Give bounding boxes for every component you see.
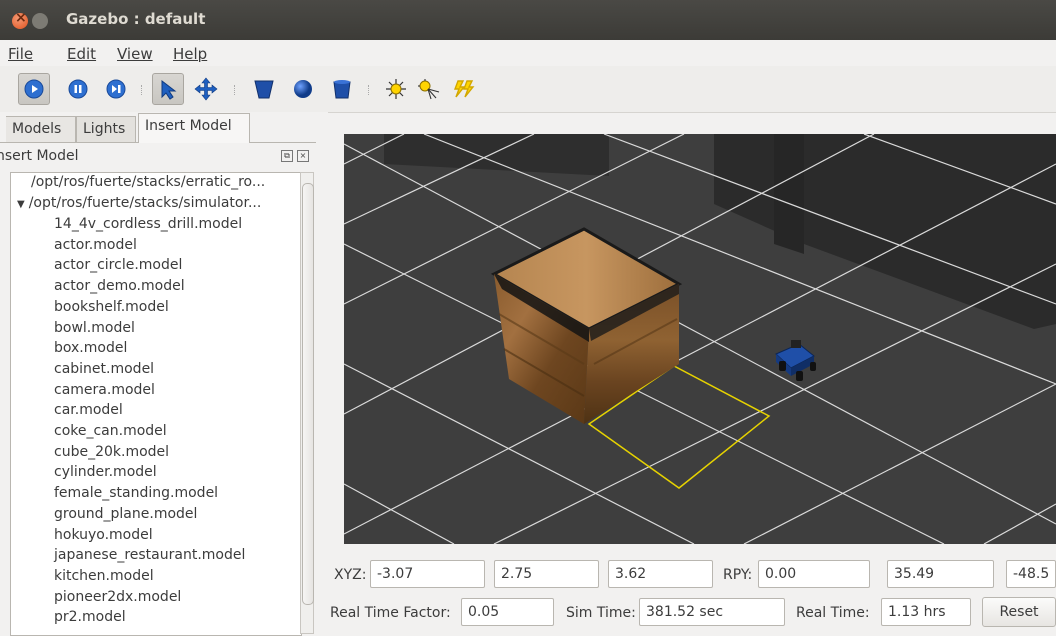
- z-field[interactable]: [608, 560, 713, 588]
- xyz-label: XYZ:: [334, 567, 367, 583]
- menu-view[interactable]: View: [117, 45, 153, 63]
- insert-box-button[interactable]: [248, 73, 280, 105]
- pause-button[interactable]: [62, 73, 94, 105]
- toolbar-separator: [234, 85, 237, 95]
- model-list-item[interactable]: actor_demo.model: [54, 278, 185, 299]
- menu-help[interactable]: Help: [173, 45, 207, 63]
- play-icon: [24, 79, 44, 99]
- model-list-item[interactable]: cylinder.model: [54, 464, 157, 485]
- yaw-field[interactable]: [1006, 560, 1056, 588]
- y-field[interactable]: [494, 560, 599, 588]
- sim-time-field[interactable]: [639, 598, 785, 626]
- model-tree: /opt/ros/fuerte/stacks/erratic_ro... ▼/o…: [10, 172, 302, 636]
- toolbar-separator: [141, 85, 144, 95]
- point-light-icon: [386, 79, 406, 99]
- float-panel-icon[interactable]: ⧉: [281, 150, 293, 162]
- roll-field[interactable]: [758, 560, 870, 588]
- model-list-item[interactable]: car.model: [54, 402, 123, 423]
- sim-time-label: Sim Time:: [566, 605, 636, 621]
- model-list-item[interactable]: cabinet.model: [54, 361, 154, 382]
- minimize-window-button[interactable]: [32, 13, 48, 29]
- model-list-item[interactable]: hokuyo.model: [54, 527, 153, 548]
- panel-splitter[interactable]: [316, 112, 328, 634]
- window-title: Gazebo : default: [66, 10, 206, 28]
- translate-icon: [194, 77, 218, 101]
- tree-root[interactable]: /opt/ros/fuerte/stacks/erratic_ro...: [31, 174, 265, 195]
- menu-file[interactable]: File: [8, 45, 33, 63]
- point-light-button[interactable]: [380, 73, 412, 105]
- menu-edit[interactable]: Edit: [67, 45, 96, 63]
- rpy-label: RPY:: [723, 567, 753, 583]
- model-list-item[interactable]: camera.model: [54, 382, 155, 403]
- model-list-item[interactable]: cube_20k.model: [54, 444, 169, 465]
- 3d-viewport[interactable]: [344, 134, 1056, 544]
- real-time-factor-label: Real Time Factor:: [330, 605, 451, 621]
- directional-light-button[interactable]: [448, 73, 480, 105]
- toolbar: [0, 66, 1056, 113]
- tree-root-expanded[interactable]: ▼/opt/ros/fuerte/stacks/simulator...: [17, 195, 261, 216]
- model-list-item[interactable]: coke_can.model: [54, 423, 167, 444]
- model-list-item[interactable]: bookshelf.model: [54, 299, 169, 320]
- play-button[interactable]: [18, 73, 50, 105]
- close-window-button[interactable]: [12, 10, 28, 29]
- select-mode-button[interactable]: [152, 73, 184, 105]
- model-list-item[interactable]: kitchen.model: [54, 568, 154, 589]
- real-time-field[interactable]: [881, 598, 971, 626]
- toolbar-separator: [368, 85, 371, 95]
- step-button[interactable]: [100, 73, 132, 105]
- cylinder-shape-icon: [333, 80, 351, 99]
- pose-bar: XYZ: RPY:: [330, 556, 1056, 592]
- select-arrow-icon: [161, 79, 177, 100]
- close-panel-icon[interactable]: ×: [297, 150, 309, 162]
- left-panel: Models Lights Insert Model nsert Model ⧉…: [0, 112, 316, 636]
- panel-title: nsert Model: [0, 148, 79, 164]
- box-shape-icon: [254, 80, 274, 99]
- panel-tabs: Models Lights Insert Model: [0, 112, 316, 143]
- translate-mode-button[interactable]: [190, 73, 222, 105]
- title-bar: Gazebo : default: [0, 0, 1056, 40]
- tab-lights[interactable]: Lights: [76, 116, 136, 142]
- model-list-item[interactable]: actor_circle.model: [54, 257, 182, 278]
- x-field[interactable]: [370, 560, 485, 588]
- model-list-item[interactable]: japanese_restaurant.model: [54, 547, 245, 568]
- model-list-item[interactable]: ground_plane.model: [54, 506, 197, 527]
- model-list-item[interactable]: 14_4v_cordless_drill.model: [54, 216, 242, 237]
- step-icon: [106, 79, 126, 99]
- model-list-item[interactable]: pioneer2dx.model: [54, 589, 181, 610]
- sphere-shape-icon: [294, 80, 312, 98]
- panel-header: nsert Model ⧉ ×: [0, 146, 316, 168]
- spot-light-icon: [418, 79, 440, 100]
- model-list-item[interactable]: bowl.model: [54, 320, 135, 341]
- spot-light-button[interactable]: [413, 73, 445, 105]
- insert-cylinder-button[interactable]: [326, 73, 358, 105]
- scrollbar-thumb[interactable]: [302, 183, 314, 605]
- insert-sphere-button[interactable]: [287, 73, 319, 105]
- model-list-item[interactable]: pr2.model: [54, 609, 126, 630]
- tab-insert-model[interactable]: Insert Model: [138, 113, 250, 143]
- time-bar: Real Time Factor: Sim Time: Real Time: R…: [330, 597, 1056, 634]
- scene-render: [344, 134, 1056, 544]
- tab-models[interactable]: Models: [6, 116, 76, 142]
- reset-button[interactable]: Reset: [982, 597, 1056, 627]
- expanded-arrow-icon[interactable]: ▼: [17, 199, 25, 210]
- tree-scrollbar[interactable]: [300, 172, 314, 634]
- pitch-field[interactable]: [887, 560, 994, 588]
- menu-bar: File Edit View Help: [0, 40, 1056, 66]
- tree-root-label: /opt/ros/fuerte/stacks/simulator...: [28, 195, 262, 211]
- model-list-item[interactable]: box.model: [54, 340, 127, 361]
- model-list-item[interactable]: female_standing.model: [54, 485, 218, 506]
- pause-icon: [68, 79, 88, 99]
- real-time-label: Real Time:: [796, 605, 870, 621]
- directional-light-icon: [453, 80, 475, 98]
- real-time-factor-field[interactable]: [461, 598, 554, 626]
- model-list-item[interactable]: actor.model: [54, 237, 137, 258]
